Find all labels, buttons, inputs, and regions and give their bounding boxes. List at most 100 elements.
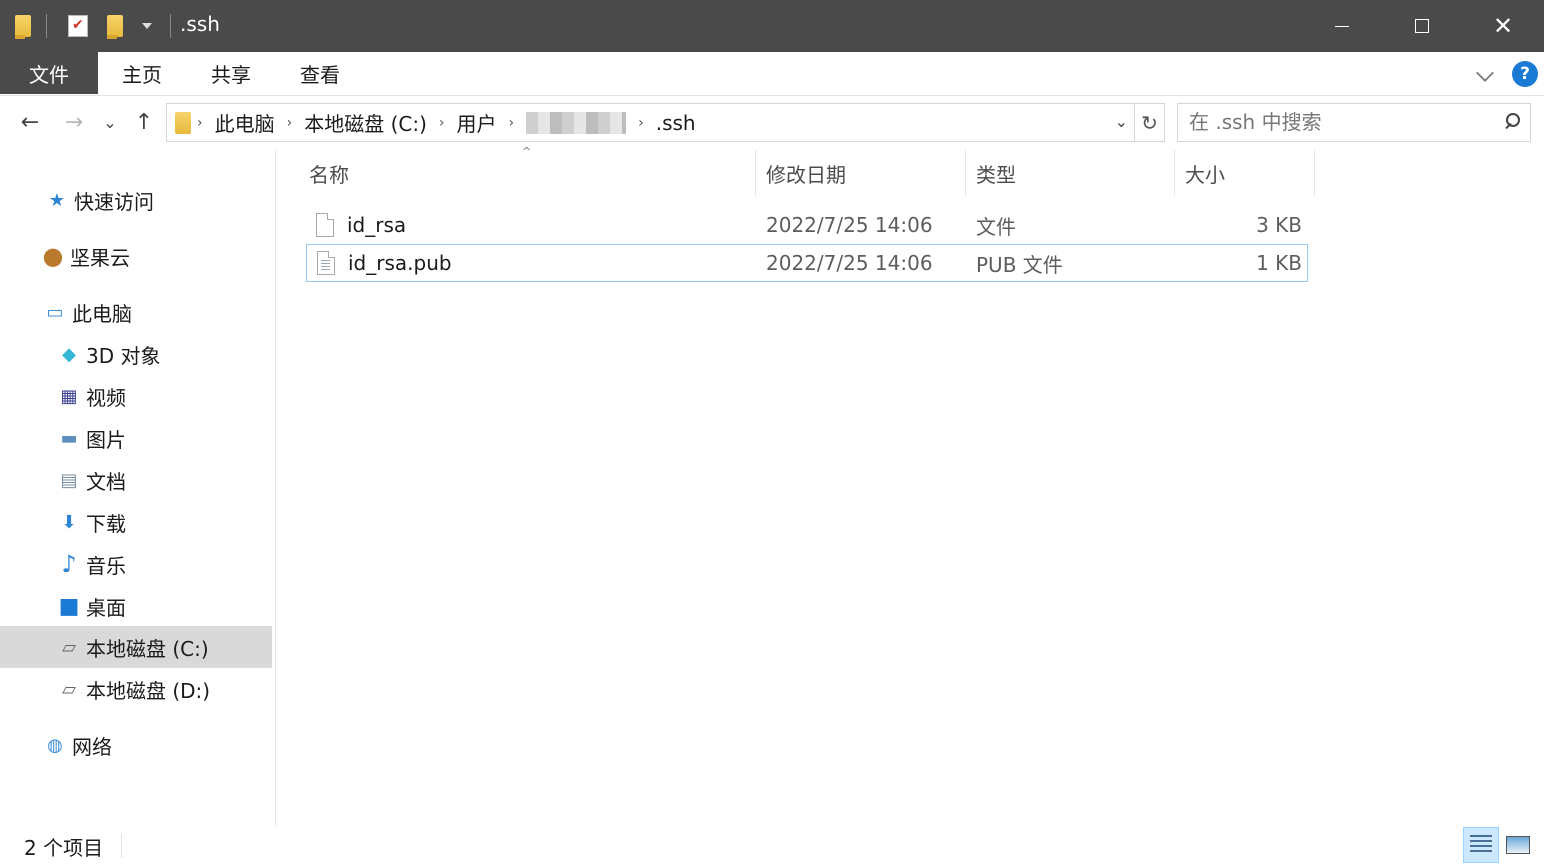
sidebar-item-this-pc[interactable]: ▭ 此电脑 — [0, 291, 272, 333]
sidebar-item-label: 本地磁盘 (D:) — [86, 678, 211, 703]
breadcrumb-username-redacted[interactable] — [526, 111, 627, 134]
large-icons-view-icon — [1506, 836, 1530, 854]
file-modified: 2022/7/25 14:06 — [766, 213, 933, 237]
title-bar: .ssh ✕ — [0, 0, 1544, 52]
network-icon: ◍ — [47, 734, 63, 756]
column-header-size[interactable]: 大小 — [1175, 150, 1315, 196]
music-icon: ♪ — [61, 550, 77, 578]
sidebar-item-label: 下载 — [86, 511, 126, 536]
search-box[interactable] — [1177, 103, 1531, 142]
details-view-icon — [1470, 835, 1492, 855]
file-name: id_rsa — [347, 213, 407, 237]
refresh-button[interactable]: ↻ — [1134, 104, 1164, 141]
sidebar-item-local-disk-c[interactable]: ▱ 本地磁盘 (C:) — [0, 626, 272, 668]
sidebar-item-videos[interactable]: ▦ 视频 — [0, 375, 272, 417]
sidebar-item-label: 此电脑 — [72, 301, 132, 326]
sidebar-item-downloads[interactable]: ⬇ 下载 — [0, 501, 272, 543]
star-icon: ★ — [48, 189, 66, 211]
sidebar-item-nutstore[interactable]: ● 坚果云 — [0, 235, 272, 277]
window-title: .ssh — [180, 12, 220, 36]
sidebar-item-label: 桌面 — [86, 595, 126, 620]
tab-home[interactable]: 主页 — [106, 52, 178, 94]
sidebar-item-desktop[interactable]: ■ 桌面 — [0, 585, 272, 627]
up-arrow-icon: ↑ — [134, 109, 154, 135]
toolbar-divider — [46, 14, 47, 38]
forward-button[interactable]: → — [58, 106, 90, 138]
file-size: 1 KB — [1256, 251, 1302, 275]
drive-d-icon: ▱ — [62, 678, 76, 700]
item-count: 2 个项目 — [24, 836, 104, 860]
ribbon: 文件 主页 共享 查看 — [0, 52, 1544, 96]
toolbar-divider — [170, 14, 171, 38]
nut-icon: ● — [42, 242, 64, 270]
file-name: id_rsa.pub — [348, 251, 452, 275]
recent-locations-button[interactable]: ⌄ — [100, 106, 120, 138]
close-icon: ✕ — [1492, 12, 1514, 40]
customize-toolbar-dropdown-icon[interactable] — [138, 12, 156, 40]
breadcrumb-separator[interactable]: › — [509, 115, 515, 131]
drive-c-icon: ▱ — [62, 636, 76, 658]
column-header-name[interactable]: 名称 — [299, 150, 756, 196]
search-icon[interactable] — [1504, 113, 1520, 129]
sidebar-item-label: 音乐 — [86, 553, 126, 578]
sidebar-item-label: 本地磁盘 (C:) — [86, 636, 209, 661]
address-history-dropdown-icon[interactable]: ⌄ — [1115, 112, 1128, 131]
maximize-button[interactable] — [1382, 0, 1462, 52]
sidebar-item-network[interactable]: ◍ 网络 — [0, 724, 272, 766]
sidebar-item-label: 文档 — [86, 469, 126, 494]
refresh-icon: ↻ — [1141, 110, 1158, 135]
file-size: 3 KB — [1256, 213, 1302, 237]
tab-share[interactable]: 共享 — [194, 52, 268, 94]
large-icons-view-button[interactable] — [1500, 827, 1536, 863]
back-button[interactable]: ← — [14, 106, 46, 138]
breadcrumb-users[interactable]: 用户 — [457, 108, 497, 137]
file-row-id-rsa-pub[interactable]: id_rsa.pub 2022/7/25 14:06 PUB 文件 1 KB — [306, 244, 1308, 282]
address-bar[interactable]: › 此电脑 › 本地磁盘 (C:) › 用户 › › .ssh ⌄ ↻ — [166, 103, 1165, 142]
picture-icon: ▬ — [60, 427, 78, 449]
help-icon[interactable]: ? — [1512, 61, 1538, 87]
film-icon: ▦ — [60, 385, 78, 407]
breadcrumb-separator[interactable]: › — [638, 115, 644, 131]
breadcrumb-this-pc[interactable]: 此电脑 — [215, 108, 275, 137]
properties-icon[interactable] — [66, 12, 90, 40]
file-icon — [316, 207, 334, 243]
close-button[interactable]: ✕ — [1463, 0, 1543, 52]
tab-file[interactable]: 文件 — [0, 52, 98, 94]
sidebar-item-music[interactable]: ♪ 音乐 — [0, 543, 272, 585]
minimize-button[interactable] — [1302, 0, 1382, 52]
sidebar-item-documents[interactable]: ▤ 文档 — [0, 459, 272, 501]
sidebar-item-3d-objects[interactable]: ◆ 3D 对象 — [0, 333, 272, 375]
desktop-icon: ■ — [58, 593, 80, 619]
text-file-icon — [317, 245, 335, 281]
new-folder-icon[interactable] — [104, 12, 126, 40]
breadcrumb-ssh[interactable]: .ssh — [656, 111, 696, 135]
sidebar-item-label: 快速访问 — [74, 189, 154, 214]
expand-ribbon-icon[interactable] — [1476, 64, 1494, 82]
search-input[interactable] — [1178, 104, 1478, 140]
chevron-down-icon: ⌄ — [103, 112, 117, 132]
computer-icon: ▭ — [46, 301, 64, 323]
up-button[interactable]: ↑ — [128, 106, 160, 138]
breadcrumb-separator[interactable]: › — [439, 115, 445, 131]
column-header-date-modified[interactable]: 修改日期 — [756, 150, 966, 196]
folder-icon[interactable] — [12, 12, 34, 40]
download-icon: ⬇ — [61, 511, 77, 533]
breadcrumb-local-disk-c[interactable]: 本地磁盘 (C:) — [304, 108, 427, 137]
forward-arrow-icon: → — [64, 109, 84, 135]
details-view-button[interactable] — [1463, 827, 1499, 863]
column-header-type[interactable]: 类型 — [966, 150, 1175, 196]
maximize-icon — [1415, 19, 1429, 33]
sidebar-item-quick-access[interactable]: ★ 快速访问 — [0, 179, 272, 221]
sidebar-item-label: 视频 — [86, 385, 126, 410]
document-icon: ▤ — [60, 469, 78, 491]
file-row-id-rsa[interactable]: id_rsa 2022/7/25 14:06 文件 3 KB — [306, 207, 1308, 245]
breadcrumb-separator[interactable]: › — [287, 115, 293, 131]
navigation-pane: ★ 快速访问 ● 坚果云 ▭ 此电脑 ◆ 3D 对象 ▦ 视频 ▬ 图片 ▤ 文… — [0, 150, 276, 826]
breadcrumb-separator[interactable]: › — [197, 115, 203, 131]
sidebar-item-local-disk-d[interactable]: ▱ 本地磁盘 (D:) — [0, 668, 272, 710]
sidebar-item-pictures[interactable]: ▬ 图片 — [0, 417, 272, 459]
sidebar-item-label: 坚果云 — [70, 245, 130, 270]
file-modified: 2022/7/25 14:06 — [766, 251, 933, 275]
tab-view[interactable]: 查看 — [284, 52, 356, 94]
sidebar-item-label: 3D 对象 — [86, 343, 161, 368]
